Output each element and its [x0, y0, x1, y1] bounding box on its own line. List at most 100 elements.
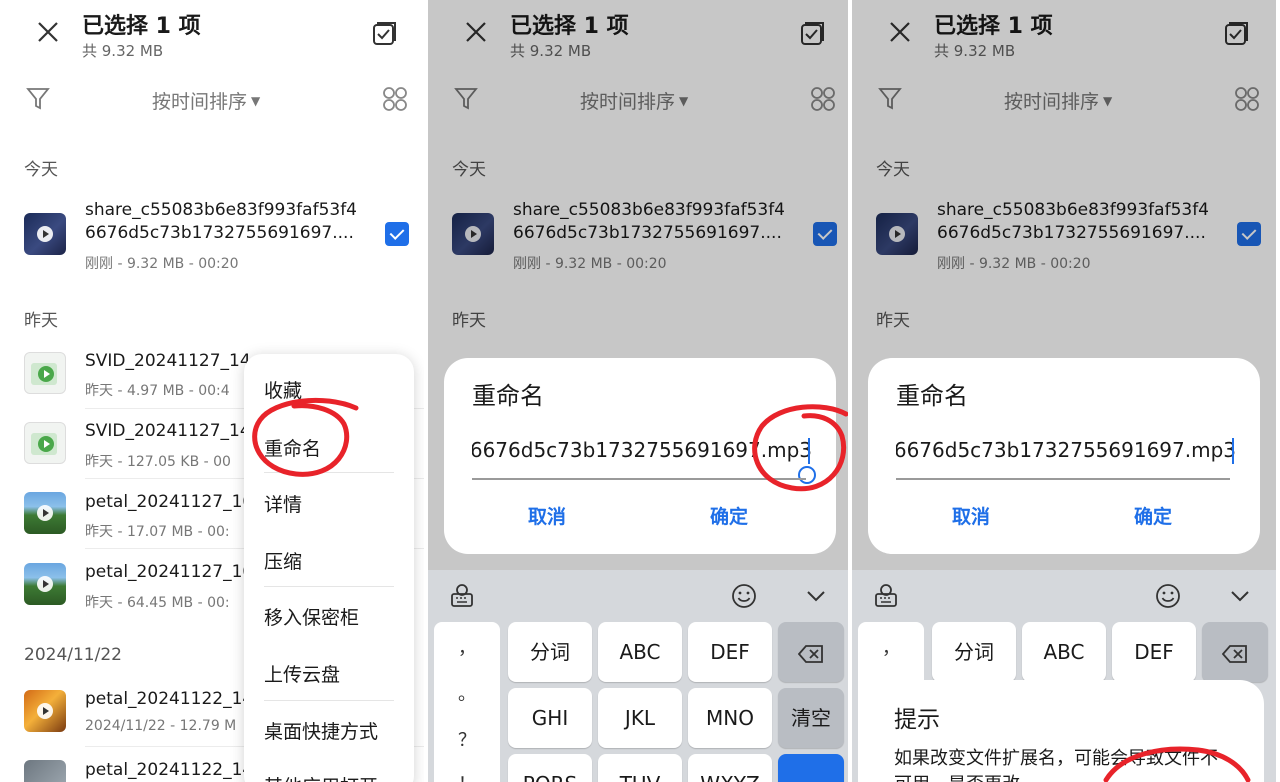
input-underline — [896, 478, 1230, 480]
play-icon — [37, 576, 53, 592]
rename-input[interactable]: 6676d5c73b1732755691697.mp3 — [896, 438, 1236, 462]
collapse-keyboard-icon[interactable] — [1226, 582, 1254, 610]
close-icon[interactable] — [36, 20, 60, 44]
collapse-keyboard-icon[interactable] — [802, 582, 830, 610]
menu-divider — [264, 700, 394, 701]
key-def[interactable]: DEF — [1112, 622, 1196, 682]
key-pqrs[interactable]: PQRS — [508, 754, 592, 782]
menu-item-rename[interactable]: 重命名 — [264, 434, 321, 461]
section-date: 2024/11/22 — [24, 645, 122, 665]
input-underline — [472, 478, 806, 480]
confirm-button[interactable]: 确定 — [710, 502, 748, 529]
file-name[interactable]: petal_20241122_14 — [85, 759, 253, 782]
menu-item-upload-cloud[interactable]: 上传云盘 — [264, 660, 340, 687]
key-wxyz[interactable]: WXYZ — [688, 754, 772, 782]
menu-item-open-with[interactable]: 其他应用打开 — [264, 772, 378, 782]
file-meta: 昨天 - 64.45 MB - 00: — [85, 595, 230, 611]
clear-key[interactable]: 清空 — [778, 688, 844, 748]
punct-comma[interactable]: ， — [858, 634, 924, 660]
sort-dropdown[interactable]: 按时间排序 ▼ — [152, 87, 260, 114]
select-all-icon[interactable] — [372, 20, 398, 46]
file-meta: 昨天 - 127.05 KB - 00 — [85, 454, 231, 470]
play-icon — [37, 703, 53, 719]
context-menu: 收藏 重命名 详情 压缩 移入保密柜 上传云盘 桌面快捷方式 其他应用打开 — [244, 354, 414, 782]
file-checkbox[interactable] — [385, 222, 409, 246]
punct-comma[interactable]: ， — [434, 634, 500, 660]
menu-item-shortcut[interactable]: 桌面快捷方式 — [264, 717, 378, 744]
backspace-key[interactable] — [778, 622, 844, 682]
punct-question[interactable]: ？ — [434, 726, 500, 752]
file-name-line2[interactable]: 6676d5c73b1732755691697.... — [85, 222, 354, 245]
backspace-key[interactable] — [1202, 622, 1268, 682]
keyboard-settings-icon[interactable] — [448, 582, 476, 610]
file-meta: 昨天 - 17.07 MB - 00: — [85, 524, 230, 540]
file-name[interactable]: SVID_20241127_14 — [85, 350, 251, 373]
file-name[interactable]: petal_20241127_10 — [85, 491, 253, 514]
menu-item-compress[interactable]: 压缩 — [264, 547, 302, 574]
text-caret — [1232, 438, 1234, 464]
file-name[interactable]: petal_20241122_14 — [85, 688, 253, 711]
dialog-title: 重命名 — [472, 382, 544, 410]
sort-label: 按时间排序 — [152, 91, 248, 113]
hint-body: 如果改变文件扩展名，可能会导致文件不可用，是否更改 — [894, 748, 1218, 782]
key-fenci[interactable]: 分词 — [508, 622, 592, 682]
file-meta: 刚刚 - 9.32 MB - 00:20 — [85, 256, 239, 272]
keyboard-toolbar — [428, 570, 852, 622]
backspace-icon — [797, 644, 823, 663]
chevron-down-icon: ▼ — [251, 94, 261, 108]
cancel-button[interactable]: 取消 — [952, 502, 990, 529]
key-def[interactable]: DEF — [688, 622, 772, 682]
key-mno[interactable]: MNO — [688, 688, 772, 748]
file-name[interactable]: SVID_20241127_14 — [85, 420, 251, 443]
menu-item-details[interactable]: 详情 — [264, 490, 302, 517]
emoji-icon[interactable] — [730, 582, 758, 610]
hint-dialog: 提示 如果改变文件扩展名，可能会导致文件不可用，是否更改 — [864, 680, 1264, 782]
confirm-button[interactable]: 确定 — [1134, 502, 1172, 529]
cancel-button[interactable]: 取消 — [528, 502, 566, 529]
play-icon — [38, 366, 54, 382]
rename-dialog: 重命名 6676d5c73b1732755691697.mp3 取消 确定 — [444, 358, 836, 554]
video-thumbnail — [24, 213, 66, 255]
key-fenci[interactable]: 分词 — [932, 622, 1016, 682]
page-subtitle: 共 9.32 MB — [82, 42, 164, 60]
video-thumbnail — [24, 690, 66, 732]
punct-period[interactable]: 。 — [434, 680, 500, 706]
play-icon — [38, 436, 54, 452]
menu-item-safe[interactable]: 移入保密柜 — [264, 603, 359, 630]
video-thumbnail — [24, 352, 66, 394]
play-icon — [37, 505, 53, 521]
menu-divider — [264, 586, 394, 587]
key-jkl[interactable]: JKL — [598, 688, 682, 748]
play-icon — [37, 226, 53, 242]
file-name[interactable]: petal_20241127_10 — [85, 561, 253, 584]
section-yesterday: 昨天 — [24, 311, 58, 331]
punctuation-column[interactable]: ， 。 ？ ！ — [434, 622, 500, 782]
emoji-icon[interactable] — [1154, 582, 1182, 610]
cursor-handle[interactable] — [798, 466, 816, 484]
file-meta: 2024/11/22 - 12.79 M — [85, 718, 237, 734]
panel-context-menu: 已选择 1 项 共 9.32 MB 按时间排序 ▼ 今天 share_c55083… — [0, 0, 424, 782]
hint-title: 提示 — [894, 707, 940, 733]
rename-input[interactable]: 6676d5c73b1732755691697.mp3 — [472, 438, 812, 462]
rename-dialog: 重命名 6676d5c73b1732755691697.mp3 取消 确定 — [868, 358, 1260, 554]
menu-item-favorite[interactable]: 收藏 — [264, 376, 302, 403]
grid-view-icon[interactable] — [382, 86, 408, 112]
filter-icon[interactable] — [26, 86, 50, 112]
punct-exclaim[interactable]: ！ — [434, 770, 500, 782]
video-thumbnail — [24, 563, 66, 605]
key-ghi[interactable]: GHI — [508, 688, 592, 748]
enter-key[interactable] — [778, 754, 844, 782]
section-today: 今天 — [24, 160, 58, 180]
backspace-icon — [1221, 644, 1247, 663]
keyboard-toolbar — [852, 570, 1276, 622]
file-meta: 昨天 - 4.97 MB - 00:4 — [85, 383, 230, 399]
panel-extension-warning: 已选择 1 项 共 9.32 MB 按时间排序 ▼ 今天 share_c55083… — [852, 0, 1276, 782]
keyboard-settings-icon[interactable] — [872, 582, 900, 610]
key-abc[interactable]: ABC — [598, 622, 682, 682]
page-title: 已选择 1 项 — [82, 14, 201, 39]
dialog-title: 重命名 — [896, 382, 968, 410]
file-name[interactable]: share_c55083b6e83f993faf53f4 — [85, 199, 357, 222]
key-abc[interactable]: ABC — [1022, 622, 1106, 682]
video-thumbnail — [24, 492, 66, 534]
key-tuv[interactable]: TUV — [598, 754, 682, 782]
